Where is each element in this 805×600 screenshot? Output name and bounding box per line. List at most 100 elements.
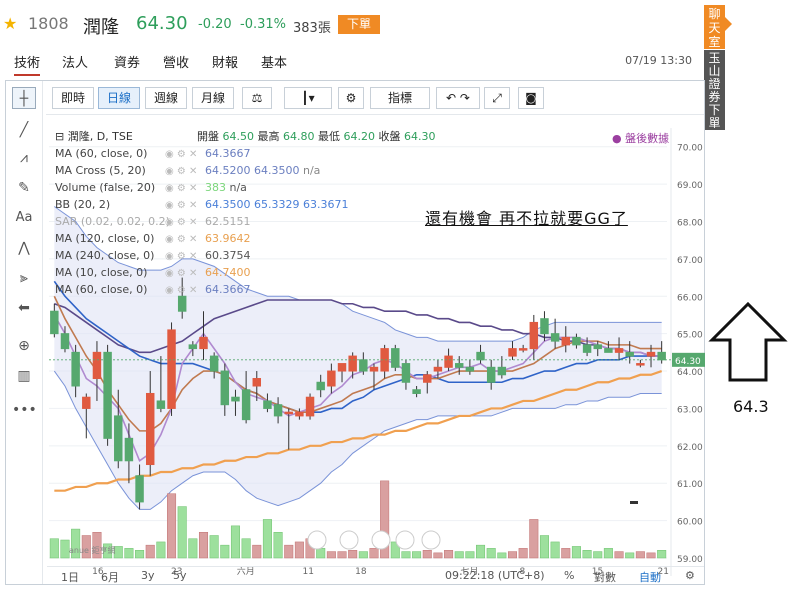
candle-body	[444, 355, 453, 368]
candle-body	[604, 348, 613, 353]
fullscreen-icon[interactable]: ⤢	[484, 87, 510, 109]
candle-body	[614, 348, 624, 353]
replay-control-icon	[371, 530, 391, 550]
clock-time: 09:22:18 (UTC+8)	[445, 569, 545, 582]
price-change: -0.20	[198, 17, 232, 32]
candle-body	[529, 321, 539, 350]
tab-margin[interactable]: 資券	[114, 52, 140, 71]
tab-basic[interactable]: 基本	[261, 52, 287, 71]
chatroom-button[interactable]: 聊天室	[704, 5, 725, 49]
ruler-icon[interactable]: ▥	[12, 365, 36, 387]
volume-bar	[316, 548, 326, 559]
volume-bar	[571, 546, 581, 559]
zoom-icon[interactable]: ⊕	[12, 335, 36, 357]
candle-body	[359, 359, 368, 372]
volume-bar	[422, 550, 432, 559]
candle-body	[657, 351, 666, 361]
study-label: MA (120, close, 0)	[55, 232, 154, 245]
range-6m[interactable]: 6月	[101, 569, 119, 585]
measure-icon[interactable]: ⫸	[12, 267, 36, 289]
volume-bar	[124, 548, 134, 559]
replay-control-icon	[339, 530, 359, 550]
volume-bar	[358, 551, 368, 559]
candle-body	[369, 366, 379, 372]
stock-code: 1808	[28, 14, 69, 33]
annotation-text: 還有機會 再不拉就要GG了	[425, 209, 628, 228]
candle-body	[316, 381, 325, 391]
favorite-star-icon[interactable]: ★	[3, 14, 17, 33]
range-5y[interactable]: 5y	[173, 569, 187, 582]
candle-body	[50, 310, 59, 335]
volume-bar	[284, 544, 294, 559]
candle-body	[433, 366, 443, 372]
tab-technical[interactable]: 技術	[14, 52, 41, 76]
scale-settings-icon[interactable]: ⚙	[685, 569, 695, 582]
period-weekly[interactable]: 週線	[145, 87, 187, 109]
order-button[interactable]: 下單	[338, 15, 380, 34]
candle-body	[199, 336, 208, 350]
study-label: MA (10, close, 0)	[55, 266, 147, 279]
chart-widget: ┼ ╱ ⩘ ✎ Aa ⋀ ⫸ ⬅ ⊕ ▥ ••• 即時 日線 週線 月線 ⚖ ┃…	[5, 80, 705, 585]
candle-body	[145, 392, 155, 466]
brush-icon[interactable]: ✎	[12, 177, 36, 199]
period-daily[interactable]: 日線	[98, 87, 140, 109]
camera-icon[interactable]: ◙	[518, 87, 544, 109]
volume-bar	[230, 525, 240, 559]
study-value: 64.3667	[205, 147, 251, 160]
study-controls-icon: ◉ ⚙ ✕	[165, 251, 197, 262]
volume-bar	[252, 544, 262, 559]
volume-bar	[145, 544, 155, 559]
pattern-icon[interactable]: ⋀	[12, 237, 36, 259]
arrow-left-icon[interactable]: ⬅	[12, 297, 36, 319]
candle-body	[82, 396, 91, 409]
candle-body	[209, 355, 219, 372]
undo-redo-icon[interactable]: ↶ ↷	[436, 87, 480, 109]
legend-ohlc: 開盤 64.50 最高 64.80 最低 64.20 收盤 64.30	[197, 129, 436, 143]
trendline-icon[interactable]: ╱	[12, 119, 36, 141]
price-tick-label: 63.00	[677, 405, 703, 415]
price-chart[interactable]: 70.00 69.00 68.00 67.00 66.00 65.00 64.00 63.00…	[47, 117, 705, 587]
compare-icon[interactable]: ⚖	[242, 87, 272, 109]
more-icon[interactable]: •••	[12, 399, 37, 421]
volume-bar	[497, 552, 507, 559]
arrow-value: 64.3	[733, 397, 769, 416]
replay-control-icon	[421, 530, 441, 550]
crosshair-icon[interactable]: ┼	[12, 87, 36, 109]
candle-body	[124, 437, 134, 462]
volume-bar	[657, 550, 667, 559]
volume-bar	[167, 493, 177, 559]
log-toggle[interactable]: 對數	[594, 569, 616, 585]
quote-header: ★ 1808 潤隆 64.30 -0.20 -0.31% 383張 下單	[0, 0, 700, 46]
percent-toggle[interactable]: %	[564, 569, 574, 582]
volume-bar	[507, 551, 518, 559]
tab-revenue[interactable]: 營收	[163, 52, 189, 71]
volume-bar	[486, 548, 496, 559]
candle-body	[241, 389, 251, 421]
period-intraday[interactable]: 即時	[52, 87, 94, 109]
quote-datetime: 07/19 13:30	[625, 54, 692, 67]
esun-order-button[interactable]: 玉山證券下單	[704, 50, 725, 130]
auto-toggle[interactable]: 自動	[639, 569, 661, 585]
volume-bar	[49, 538, 59, 559]
candle-body	[508, 348, 517, 357]
study-value: 64.3667	[205, 283, 251, 296]
volume-bar	[593, 551, 603, 559]
fib-icon[interactable]: ⩘	[12, 147, 36, 169]
tab-financials[interactable]: 財報	[212, 52, 238, 71]
legend-title: ⊟ 潤隆, D, TSE	[55, 129, 133, 143]
study-controls-icon: ◉ ⚙ ✕	[165, 234, 197, 245]
range-1d[interactable]: 1日	[61, 569, 79, 585]
tab-institutional[interactable]: 法人	[62, 52, 88, 71]
volume-bar	[412, 551, 422, 559]
volume-bar	[135, 550, 145, 559]
volume-bar	[241, 538, 251, 559]
range-3y[interactable]: 3y	[141, 569, 155, 582]
price-change-pct: -0.31%	[240, 17, 286, 32]
candle-body	[550, 333, 560, 342]
study-controls-icon: ◉ ⚙ ✕	[165, 149, 197, 160]
settings-gear-icon[interactable]: ⚙	[338, 87, 364, 109]
text-tool-icon[interactable]: Aa	[12, 207, 36, 229]
period-monthly[interactable]: 月線	[192, 87, 234, 109]
indicators-button[interactable]: 指標	[370, 87, 430, 109]
chart-type-icon[interactable]: ┃▾	[284, 87, 332, 109]
